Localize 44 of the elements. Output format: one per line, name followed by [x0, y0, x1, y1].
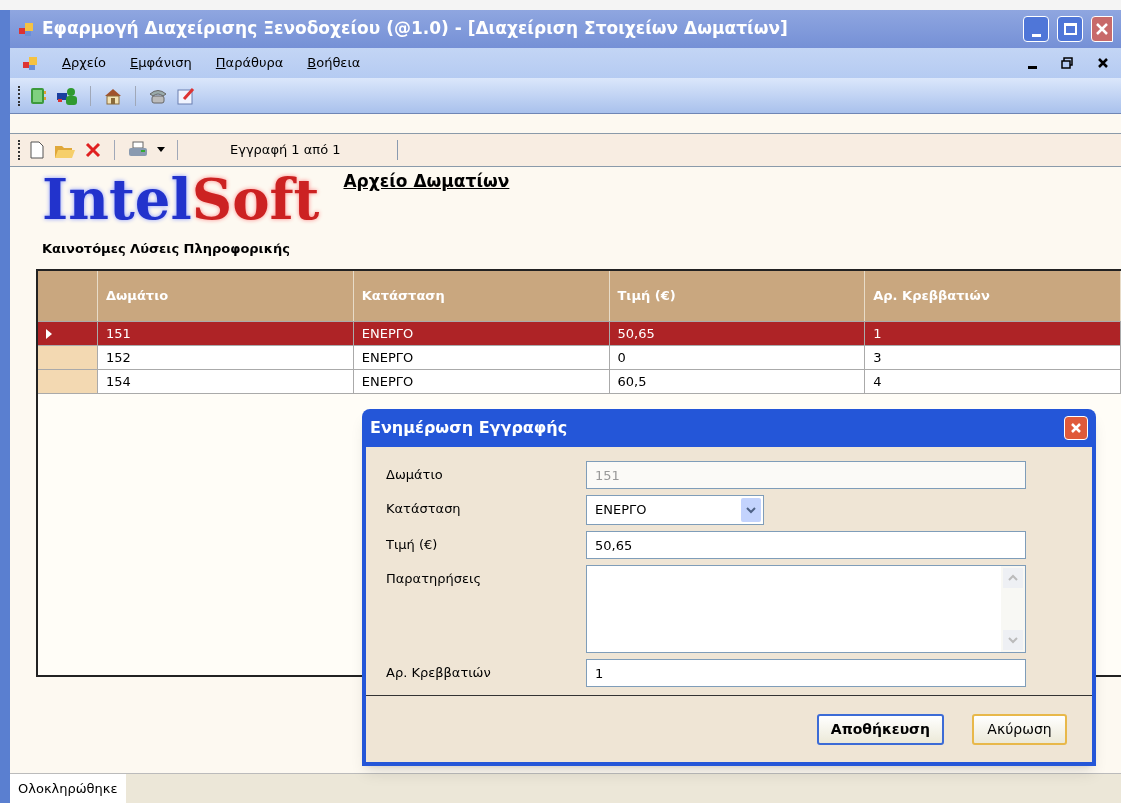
input-field[interactable]: 1 [586, 659, 1026, 687]
minimize-button[interactable] [1023, 16, 1049, 42]
close-icon[interactable] [1097, 57, 1109, 69]
address-book-icon[interactable] [28, 85, 48, 106]
app-icon [18, 21, 34, 37]
input-field[interactable]: 50,65 [586, 531, 1026, 559]
restore-icon[interactable] [1061, 57, 1073, 69]
menu-item[interactable]: Βοήθεια [307, 53, 361, 73]
dropdown-caret-icon[interactable] [157, 147, 165, 153]
logo-text: Soft [191, 167, 320, 231]
status-text: Ολοκληρώθηκε [10, 774, 126, 803]
edit-icon[interactable] [176, 85, 196, 106]
window-title: Εφαρμογή Διαχείρισης Ξενοδοχείου (@1.0) - [Διαχείριση Στοιχείων Δωματίων] [42, 17, 789, 41]
dialog-button[interactable]: Ακύρωση [972, 713, 1067, 745]
field-label: Τιμή (€) [386, 536, 439, 554]
new-document-icon[interactable] [28, 140, 46, 160]
dialog-button[interactable]: Αποθήκευση [816, 713, 944, 745]
logo-text: Intel [42, 167, 192, 231]
current-row-icon [46, 328, 52, 339]
table-cell: 60,5 [609, 370, 866, 393]
menu-item[interactable]: Παράθυρα [215, 53, 284, 73]
minimize-icon[interactable] [1028, 65, 1037, 69]
table-cell: 154 [98, 370, 354, 393]
field-label: Αρ. Κρεββατιών [386, 664, 492, 682]
text-area[interactable] [586, 565, 1026, 653]
table-cell: ΕΝΕΡΓΟ [353, 370, 610, 393]
close-button[interactable] [1091, 16, 1113, 42]
menu-item[interactable]: Αρχείο [62, 53, 107, 73]
close-button[interactable] [1064, 416, 1088, 440]
field-label: Παρατηρήσεις [386, 570, 483, 588]
field-label: Δωμάτιο [386, 466, 444, 484]
delete-icon[interactable] [84, 141, 102, 159]
page-heading: Αρχείο Δωματίων [343, 170, 510, 193]
tagline: Καινοτόμες Λύσεις Πληροφορικής [42, 240, 291, 258]
maximize-button[interactable] [1057, 16, 1083, 42]
people-icon[interactable] [56, 85, 78, 106]
chevron-down-icon[interactable] [741, 498, 761, 522]
table-cell: 4 [865, 370, 1121, 393]
menu-item[interactable]: Εμφάνιση [130, 53, 192, 73]
app-icon [22, 55, 38, 71]
field-label: Κατάσταση [386, 500, 462, 518]
record-position: Εγγραφή 1 από 1 [230, 141, 341, 160]
dialog-title: Ενημέρωση Εγγραφής [370, 417, 569, 439]
dropdown[interactable]: ΕΝΕΡΓΟ [586, 495, 764, 525]
